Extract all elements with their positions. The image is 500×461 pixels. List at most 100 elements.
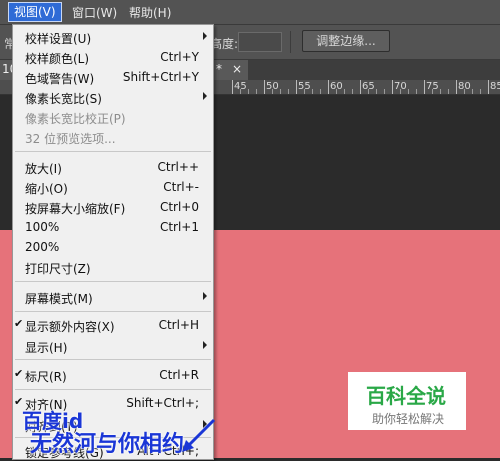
ruler-minor-tick: [376, 89, 377, 94]
menu-item-rulers[interactable]: ✔ 标尺(R) Ctrl+R: [13, 365, 213, 385]
ruler-minor-tick: [248, 89, 249, 94]
menu-item-label: 放大(I): [25, 162, 62, 176]
menu-item-32bit-preview: 32 位预览选项...: [13, 127, 213, 147]
ruler-minor-tick: [416, 89, 417, 94]
options-divider: [290, 31, 291, 53]
close-icon[interactable]: ×: [232, 62, 242, 76]
menu-item-label: 像素长宽比校正(P): [25, 112, 126, 126]
menu-item-label: 标尺(R): [25, 370, 67, 384]
menu-separator: [15, 389, 211, 390]
menu-item-screen-mode[interactable]: 屏幕模式(M): [13, 287, 213, 307]
menu-item-extras[interactable]: ✔ 显示额外内容(X) Ctrl+H: [13, 315, 213, 335]
menu-item-label: 对齐到(T): [25, 420, 78, 434]
menu-item-label: 像素长宽比(S): [25, 92, 102, 106]
brand-slogan: 助你轻松解决: [372, 412, 445, 426]
menu-item-shortcut: Ctrl+0: [159, 200, 199, 214]
ruler-minor-tick: [336, 89, 337, 94]
ruler-minor-tick: [472, 89, 473, 94]
menu-item-show[interactable]: 显示(H): [13, 336, 213, 356]
ruler-tick: [264, 80, 265, 94]
menu-item-proof-colors[interactable]: 校样颜色(L) Ctrl+Y: [13, 47, 213, 67]
ruler-tick: [424, 80, 425, 94]
ruler-tick: [392, 80, 393, 94]
ruler-tick: [328, 80, 329, 94]
menu-item-label: 100%: [25, 220, 60, 234]
submenu-arrow-icon: [203, 32, 207, 40]
menu-item-zoom-out[interactable]: 缩小(O) Ctrl+-: [13, 177, 213, 197]
menu-item-shortcut: Shift+Ctrl+Y: [122, 70, 199, 84]
ruler-tick: [488, 80, 489, 94]
checkmark-icon: ✔: [14, 395, 24, 408]
menu-item-proof-setup[interactable]: 校样设置(U): [13, 27, 213, 47]
ruler-minor-tick: [320, 89, 321, 94]
ruler-minor-tick: [384, 89, 385, 94]
brand-watermark: 百科全说 助你轻松解决: [348, 372, 466, 430]
unsaved-indicator: *: [216, 62, 222, 76]
menu-item-label: 屏幕模式(M): [25, 292, 93, 306]
menu-item-shortcut: Shift+Ctrl+;: [126, 396, 199, 410]
ruler-minor-tick: [344, 89, 345, 94]
menu-item-pixel-aspect-ratio[interactable]: 像素长宽比(S): [13, 87, 213, 107]
submenu-arrow-icon: [203, 292, 207, 300]
menu-bar: 视图(V) 窗口(W) 帮助(H): [0, 0, 500, 25]
menu-item-label: 显示额外内容(X): [25, 320, 115, 334]
menu-help[interactable]: 帮助(H): [124, 4, 176, 22]
menu-item-fit-on-screen[interactable]: 按屏幕大小缩放(F) Ctrl+0: [13, 197, 213, 217]
ruler-minor-tick: [464, 89, 465, 94]
menu-item-gamut-warning[interactable]: 色域警告(W) Shift+Ctrl+Y: [13, 67, 213, 87]
ruler-minor-tick: [480, 89, 481, 94]
brand-name: 百科全说: [366, 384, 446, 408]
menu-item-label: 色域警告(W): [25, 72, 95, 86]
menu-item-shortcut: Ctrl+R: [159, 368, 199, 382]
ruler-minor-tick: [408, 89, 409, 94]
menu-item-shortcut: Ctrl+H: [158, 318, 199, 332]
menu-separator: [15, 311, 211, 312]
height-label: 高度:: [210, 37, 239, 51]
menu-separator: [15, 281, 211, 282]
menu-item-shortcut: Ctrl++: [157, 160, 199, 174]
refine-edge-button[interactable]: 调整边缘...: [302, 30, 390, 52]
checkmark-icon: ✔: [14, 367, 24, 380]
menu-item-shortcut: Ctrl+1: [159, 220, 199, 234]
menu-item-label: 200%: [25, 240, 60, 254]
menu-item-100-percent[interactable]: 100% Ctrl+1: [13, 217, 213, 237]
menu-item-label: 打印尺寸(Z): [25, 262, 91, 276]
ruler-minor-tick: [272, 89, 273, 94]
ruler-tick: [232, 80, 233, 94]
menu-separator: [15, 151, 211, 152]
checkmark-icon: ✔: [14, 317, 24, 330]
ruler-minor-tick: [432, 89, 433, 94]
ruler-minor-tick: [352, 89, 353, 94]
ruler-tick: [456, 80, 457, 94]
ruler-minor-tick: [304, 89, 305, 94]
height-input[interactable]: [238, 32, 282, 52]
menu-item-label: 显示(H): [25, 341, 68, 355]
menu-item-print-size[interactable]: 打印尺寸(Z): [13, 257, 213, 277]
menu-window[interactable]: 窗口(W): [67, 4, 122, 22]
menu-item-label: 校样设置(U): [25, 32, 92, 46]
menu-separator: [15, 359, 211, 360]
submenu-arrow-icon: [203, 341, 207, 349]
ruler-minor-tick: [280, 89, 281, 94]
ruler-minor-tick: [368, 89, 369, 94]
view-menu-dropdown: 校样设置(U) 校样颜色(L) Ctrl+Y 色域警告(W) Shift+Ctr…: [12, 24, 214, 460]
ruler-minor-tick: [448, 89, 449, 94]
menu-item-shortcut: Ctrl+Y: [160, 50, 199, 64]
menu-item-pixel-aspect-correction: 像素长宽比校正(P): [13, 107, 213, 127]
menu-item-200-percent[interactable]: 200%: [13, 237, 213, 257]
ruler-minor-tick: [288, 89, 289, 94]
ruler-minor-tick: [312, 89, 313, 94]
menu-item-zoom-in[interactable]: 放大(I) Ctrl++: [13, 157, 213, 177]
menu-view[interactable]: 视图(V): [8, 2, 62, 22]
ruler-tick: [296, 80, 297, 94]
ruler-minor-tick: [240, 89, 241, 94]
menu-item-shortcut: Ctrl+-: [163, 180, 199, 194]
ruler-minor-tick: [440, 89, 441, 94]
menu-item-label: 校样颜色(L): [25, 52, 90, 66]
menu-item-label: 锁定参考线(G): [25, 446, 104, 460]
menu-item-label: 缩小(O): [25, 182, 68, 196]
ruler-label: 85: [490, 81, 500, 92]
menu-item-snap[interactable]: ✔ 对齐(N) Shift+Ctrl+;: [13, 393, 213, 413]
pointer-arrow-icon: [182, 418, 216, 452]
ruler-minor-tick: [256, 89, 257, 94]
